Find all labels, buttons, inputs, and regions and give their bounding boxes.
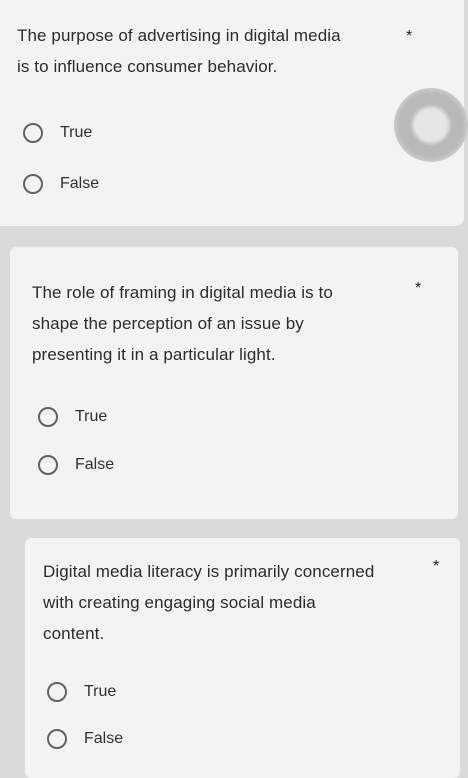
required-asterisk: * [433,558,440,575]
question-3-option-true[interactable]: True [47,679,116,705]
question-3-line-2: with creating engaging social media [43,593,316,612]
question-3-line-3: content. [43,624,105,643]
radio-button[interactable] [23,123,43,143]
question-2-line-2: shape the perception of an issue by [32,314,304,333]
question-2-text: The role of framing in digital media is … [32,277,333,370]
option-label: False [75,456,115,473]
option-label: True [84,683,117,700]
question-3-line-1: Digital media literacy is primarily conc… [43,562,375,581]
question-1-option-false[interactable]: False [23,171,99,197]
option-label: False [84,730,124,747]
radio-button[interactable] [38,455,58,475]
question-2-line-3: presenting it in a particular light. [32,345,276,364]
option-label: True [60,124,93,141]
question-1-line-2: is to influence consumer behavior. [17,57,278,76]
light-glare [394,88,468,162]
question-3-text: Digital media literacy is primarily conc… [43,556,374,649]
question-2-line-1: The role of framing in digital media is … [32,283,333,302]
option-label: False [60,175,100,192]
required-asterisk: * [415,280,422,297]
required-asterisk: * [406,28,413,45]
question-3-option-false[interactable]: False [47,726,123,752]
question-card-1: The purpose of advertising in digital me… [0,0,464,226]
radio-button[interactable] [38,407,58,427]
question-1-text: The purpose of advertising in digital me… [17,20,341,82]
radio-button[interactable] [47,682,67,702]
question-1-option-true[interactable]: True [23,120,92,146]
question-card-2: The role of framing in digital media is … [10,247,458,519]
question-1-line-1: The purpose of advertising in digital me… [17,26,341,45]
option-label: True [75,408,108,425]
question-card-3: Digital media literacy is primarily conc… [25,538,460,778]
question-2-option-true[interactable]: True [38,404,107,430]
radio-button[interactable] [47,729,67,749]
radio-button[interactable] [23,174,43,194]
question-2-option-false[interactable]: False [38,452,114,478]
